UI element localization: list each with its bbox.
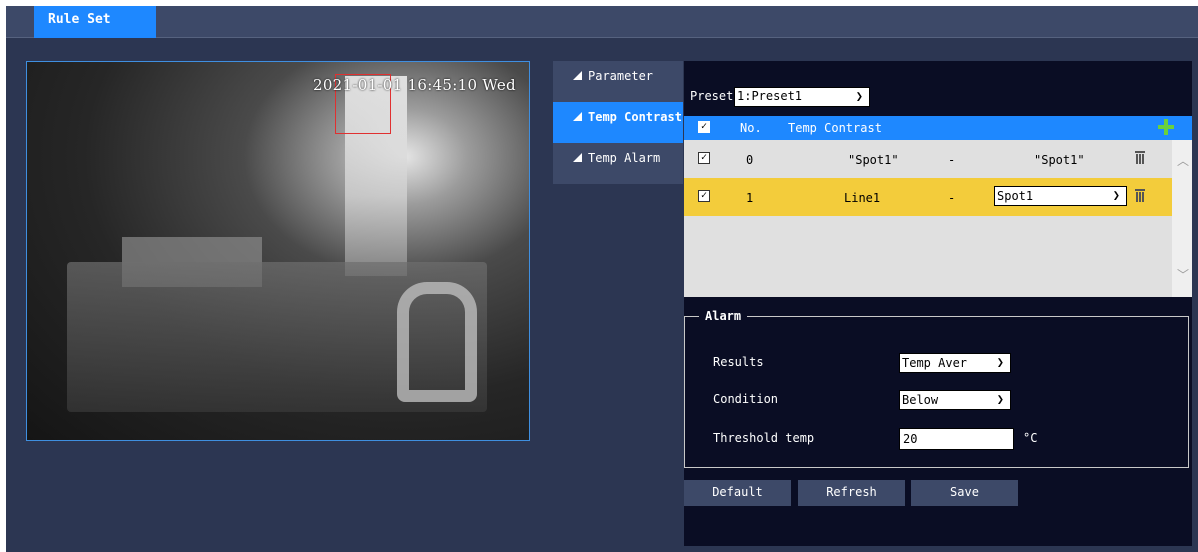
threshold-input[interactable]: 20 [899, 428, 1014, 450]
row-checkbox[interactable]: ✓ [698, 152, 710, 164]
chevron-down-icon: ❯ [855, 89, 863, 103]
target-select-value: Spot1 [997, 189, 1034, 203]
menu-item-temp-alarm[interactable]: Temp Alarm [553, 143, 683, 184]
condition-label: Condition [713, 392, 779, 406]
save-button[interactable]: Save [911, 480, 1018, 506]
video-chair-region [397, 282, 477, 402]
select-all-checkbox[interactable]: ✓ [698, 121, 710, 133]
tab-rule-set[interactable]: Rule Set [34, 6, 156, 38]
table-row[interactable]: ✓ 1 Line1 - Spot1 ❯ [684, 178, 1172, 216]
menu-item-parameter[interactable]: Parameter [553, 61, 683, 102]
row-target: "Spot1" [1034, 153, 1085, 167]
menu-item-label: Parameter [588, 69, 654, 83]
table-row[interactable]: ✓ 0 "Spot1" - "Spot1" [684, 140, 1172, 178]
row-no: 1 [746, 191, 754, 205]
alarm-legend: Alarm [699, 309, 748, 323]
triangle-icon [573, 71, 582, 80]
row-checkbox[interactable]: ✓ [698, 190, 710, 202]
triangle-icon [573, 153, 582, 162]
target-select[interactable]: Spot1 ❯ [994, 186, 1127, 206]
table-scrollbar[interactable]: ︿ ﹀ [1172, 140, 1192, 297]
table-header: ✓ No. Temp Contrast [684, 116, 1192, 140]
row-operator: - [948, 153, 956, 167]
row-operator: - [948, 191, 956, 205]
row-source: "Spot1" [848, 153, 899, 167]
default-button[interactable]: Default [684, 480, 791, 506]
scroll-up-icon[interactable]: ︿ [1177, 152, 1189, 169]
preset-label: Preset [690, 89, 734, 103]
trash-icon[interactable] [1135, 151, 1145, 164]
condition-select[interactable]: Below ❯ [899, 390, 1011, 410]
chevron-down-icon: ❯ [996, 355, 1004, 369]
triangle-icon [573, 112, 582, 121]
preset-select[interactable]: 1:Preset1 ❯ [734, 87, 870, 107]
refresh-button[interactable]: Refresh [798, 480, 905, 506]
chevron-down-icon: ❯ [996, 392, 1004, 406]
condition-value: Below [902, 393, 939, 407]
menu-item-label: Temp Alarm [588, 151, 661, 165]
column-header-temp-contrast: Temp Contrast [788, 121, 882, 135]
results-select[interactable]: Temp Aver ❯ [899, 353, 1011, 373]
menu-item-temp-contrast[interactable]: Temp Contrast [553, 102, 683, 143]
trash-icon[interactable] [1135, 189, 1145, 202]
results-label: Results [713, 355, 764, 369]
menu-item-label: Temp Contrast [588, 110, 682, 124]
osd-timestamp: 2021-01-01 16:45:10 Wed [313, 76, 516, 94]
scroll-down-icon[interactable]: ﹀ [1177, 266, 1189, 283]
row-no: 0 [746, 153, 754, 167]
row-source: Line1 [844, 191, 881, 205]
preset-value: 1:Preset1 [737, 89, 803, 103]
settings-panel: Preset 1:Preset1 ❯ ✓ No. Temp Contrast ✓… [684, 61, 1192, 546]
table-body: ✓ 0 "Spot1" - "Spot1" ✓ 1 Line1 - Spot1 … [684, 140, 1172, 297]
add-rule-icon[interactable] [1158, 119, 1174, 135]
top-bar: Rule Set [6, 6, 1198, 38]
chevron-down-icon: ❯ [1112, 188, 1120, 202]
threshold-unit: °C [1023, 431, 1038, 445]
column-header-no: No. [740, 121, 762, 135]
results-value: Temp Aver [902, 356, 968, 370]
side-menu: Parameter Temp Contrast Temp Alarm [553, 61, 683, 184]
alarm-section: Alarm Results Temp Aver ❯ Condition Belo… [684, 309, 1189, 468]
threshold-label: Threshold temp [713, 431, 815, 445]
video-preview[interactable]: 2021-01-01 16:45:10 Wed [26, 61, 530, 441]
